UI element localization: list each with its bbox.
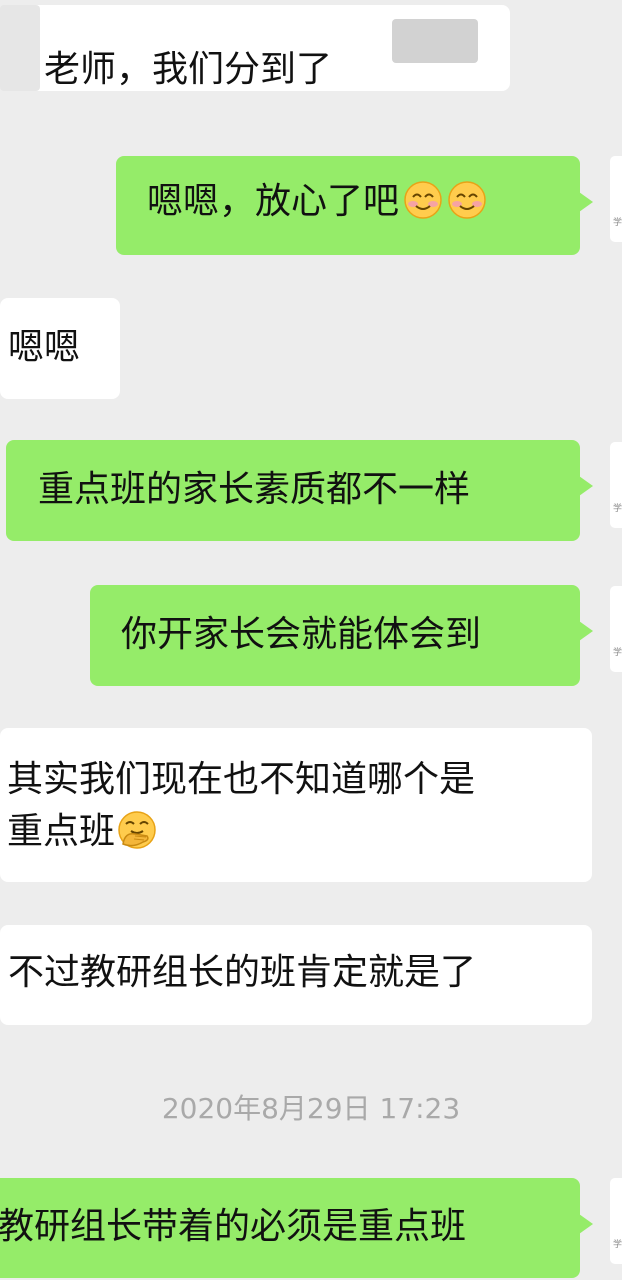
incoming-message-bubble[interactable]: 老师，我们分到了	[0, 5, 510, 91]
message-text: 重点班的家长素质都不一样	[38, 469, 471, 510]
message-text: 教研组长带着的必须是重点班	[0, 1206, 467, 1247]
message-text: 重点班	[7, 811, 116, 852]
message-text: 嗯嗯	[8, 327, 81, 368]
message-text: 不过教研组长的班肯定就是了	[8, 952, 477, 993]
redacted-name-blur	[0, 5, 40, 91]
redacted-text-blur	[392, 19, 478, 63]
smiling-face-with-smiling-eyes-emoji	[448, 181, 486, 219]
incoming-message-bubble[interactable]: 其实我们现在也不知道哪个是 重点班	[0, 728, 592, 882]
face-with-hand-over-mouth-emoji	[118, 811, 156, 849]
outgoing-message-bubble[interactable]: 嗯嗯，放心了吧	[116, 156, 593, 255]
chat-timestamp: 2020年8月29日 17:23	[161, 1092, 461, 1125]
smiling-face-with-smiling-eyes-emoji	[404, 181, 442, 219]
sender-avatar[interactable]: 学	[610, 442, 622, 528]
message-text-line-2: 重点班	[7, 806, 592, 858]
message-text: 你开家长会就能体会到	[121, 614, 482, 655]
outgoing-message-bubble[interactable]: 教研组长带着的必须是重点班	[0, 1178, 593, 1278]
outgoing-message-bubble[interactable]: 重点班的家长素质都不一样	[6, 440, 593, 541]
incoming-message-bubble[interactable]: 嗯嗯	[0, 298, 120, 399]
sender-avatar[interactable]: 学	[610, 156, 622, 242]
sender-avatar[interactable]: 学	[610, 586, 622, 672]
avatar-mark: 学	[613, 504, 622, 514]
sender-avatar[interactable]: 学	[610, 1178, 622, 1264]
outgoing-message-bubble[interactable]: 你开家长会就能体会到	[90, 585, 593, 686]
message-text: 老师，我们分到了	[44, 49, 333, 90]
avatar-mark: 学	[613, 648, 622, 658]
incoming-message-bubble[interactable]: 不过教研组长的班肯定就是了	[0, 925, 592, 1025]
message-text-line-1: 其实我们现在也不知道哪个是	[7, 759, 476, 800]
avatar-mark: 学	[613, 1240, 622, 1250]
avatar-mark: 学	[613, 218, 622, 228]
message-text: 嗯嗯，放心了吧	[147, 181, 400, 222]
